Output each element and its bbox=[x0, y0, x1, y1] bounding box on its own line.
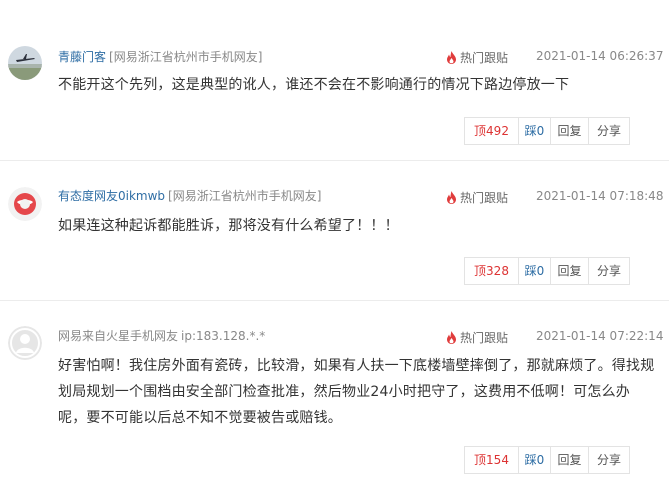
hot-follow-label: 热门跟贴 bbox=[446, 189, 508, 206]
hot-follow-text: 热门跟贴 bbox=[460, 191, 509, 205]
avatar-photo-icon bbox=[8, 46, 42, 80]
comment-time: 2021-01-14 07:18:48 bbox=[536, 189, 664, 203]
user-location: [网易浙江省杭州市手机网友] bbox=[168, 189, 322, 203]
comment-actions: 顶492 踩0 回复 分享 bbox=[464, 117, 630, 145]
hot-follow-label: 热门跟贴 bbox=[446, 329, 508, 346]
upvote-button[interactable]: 顶492 bbox=[465, 118, 519, 144]
flame-icon bbox=[447, 51, 456, 64]
user-line: 网易来自火星手机网友 ip:183.128.*.* bbox=[58, 327, 265, 344]
avatar[interactable] bbox=[8, 187, 42, 221]
comment-time: 2021-01-14 07:22:14 bbox=[536, 329, 664, 343]
comment-actions: 顶154 踩0 回复 分享 bbox=[464, 446, 630, 474]
flame-icon bbox=[447, 191, 456, 204]
reply-button[interactable]: 回复 bbox=[551, 258, 589, 284]
comment-text: 好害怕啊！我住房外面有瓷砖，比较滑，如果有人扶一下底楼墙壁摔倒了，那就麻烦了。得… bbox=[58, 358, 655, 426]
user-name[interactable]: 青藤门客 bbox=[58, 50, 106, 64]
user-name[interactable]: 网易来自火星手机网友 bbox=[58, 329, 178, 343]
user-name[interactable]: 有态度网友0ikmwb bbox=[58, 189, 165, 203]
default-user-avatar-icon bbox=[8, 326, 42, 360]
hot-follow-text: 热门跟贴 bbox=[460, 331, 509, 345]
hot-follow-label: 热门跟贴 bbox=[446, 49, 508, 66]
share-button[interactable]: 分享 bbox=[589, 447, 629, 473]
user-location: [网易浙江省杭州市手机网友] bbox=[109, 50, 263, 64]
divider bbox=[0, 300, 669, 301]
avatar[interactable] bbox=[8, 326, 42, 360]
user-location: ip:183.128.*.* bbox=[181, 329, 266, 343]
netease-logo-avatar-icon bbox=[8, 187, 42, 221]
user-line: 青藤门客 [网易浙江省杭州市手机网友] bbox=[58, 48, 262, 65]
user-line: 有态度网友0ikmwb [网易浙江省杭州市手机网友] bbox=[58, 187, 321, 204]
comment-text: 如果连这种起诉都能胜诉，那将没有什么希望了！！！ bbox=[58, 218, 399, 234]
reply-button[interactable]: 回复 bbox=[551, 447, 589, 473]
reply-button[interactable]: 回复 bbox=[551, 118, 589, 144]
downvote-button[interactable]: 踩0 bbox=[519, 258, 551, 284]
avatar[interactable] bbox=[8, 46, 42, 80]
hot-follow-text: 热门跟贴 bbox=[460, 51, 509, 65]
comment-text: 不能开这个先列，这是典型的讹人，谁还不会在不影响通行的情况下路边停放一下 bbox=[58, 77, 570, 93]
upvote-button[interactable]: 顶328 bbox=[465, 258, 519, 284]
comment-actions: 顶328 踩0 回复 分享 bbox=[464, 257, 630, 285]
divider bbox=[0, 160, 669, 161]
downvote-button[interactable]: 踩0 bbox=[519, 118, 551, 144]
flame-icon bbox=[447, 331, 456, 344]
share-button[interactable]: 分享 bbox=[589, 118, 629, 144]
downvote-button[interactable]: 踩0 bbox=[519, 447, 551, 473]
share-button[interactable]: 分享 bbox=[589, 258, 629, 284]
upvote-button[interactable]: 顶154 bbox=[465, 447, 519, 473]
comment-time: 2021-01-14 06:26:37 bbox=[536, 49, 664, 63]
